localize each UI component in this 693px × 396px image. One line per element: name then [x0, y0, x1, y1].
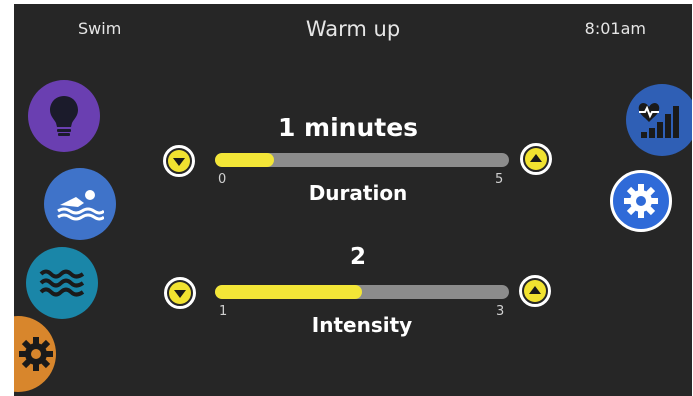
- swim-control-screen: Swim Warm up 8:01am 1 minutes 0 Duration…: [14, 4, 692, 396]
- arrow-down-icon: [169, 282, 191, 304]
- intensity-value: 2: [349, 244, 366, 270]
- waves-icon: [39, 269, 85, 297]
- intensity-decrease-button[interactable]: [164, 277, 196, 309]
- duration-decrease-button[interactable]: [163, 145, 195, 177]
- gear-icon: [624, 184, 658, 218]
- duration-slider-fill: [215, 153, 274, 167]
- duration-value: 1 minutes: [277, 113, 419, 142]
- waves-button[interactable]: [26, 247, 98, 319]
- gear-icon: [19, 337, 53, 371]
- heart-rate-stats-icon: [638, 103, 679, 138]
- clock: 8:01am: [584, 19, 646, 38]
- arrow-up-icon: [524, 280, 546, 302]
- intensity-min-label: 1: [219, 304, 228, 319]
- settings-button[interactable]: [610, 170, 672, 232]
- arrow-up-icon: [525, 148, 547, 170]
- duration-slider[interactable]: [215, 153, 509, 167]
- intensity-label: Intensity: [311, 313, 413, 337]
- duration-max-label: 5: [495, 172, 504, 187]
- heart-rate-stats-button[interactable]: [626, 84, 692, 156]
- duration-increase-button[interactable]: [520, 143, 552, 175]
- intensity-max-label: 3: [496, 304, 505, 319]
- arrow-down-icon: [168, 150, 190, 172]
- settings-partial-button[interactable]: [14, 316, 56, 392]
- lightbulb-button[interactable]: [28, 80, 100, 152]
- swim-button[interactable]: [44, 168, 116, 240]
- intensity-increase-button[interactable]: [519, 275, 551, 307]
- duration-label: Duration: [308, 181, 408, 205]
- lightbulb-icon: [50, 96, 78, 136]
- intensity-slider[interactable]: [215, 285, 509, 299]
- intensity-slider-fill: [215, 285, 362, 299]
- duration-min-label: 0: [218, 172, 227, 187]
- swimmer-icon: [57, 190, 104, 221]
